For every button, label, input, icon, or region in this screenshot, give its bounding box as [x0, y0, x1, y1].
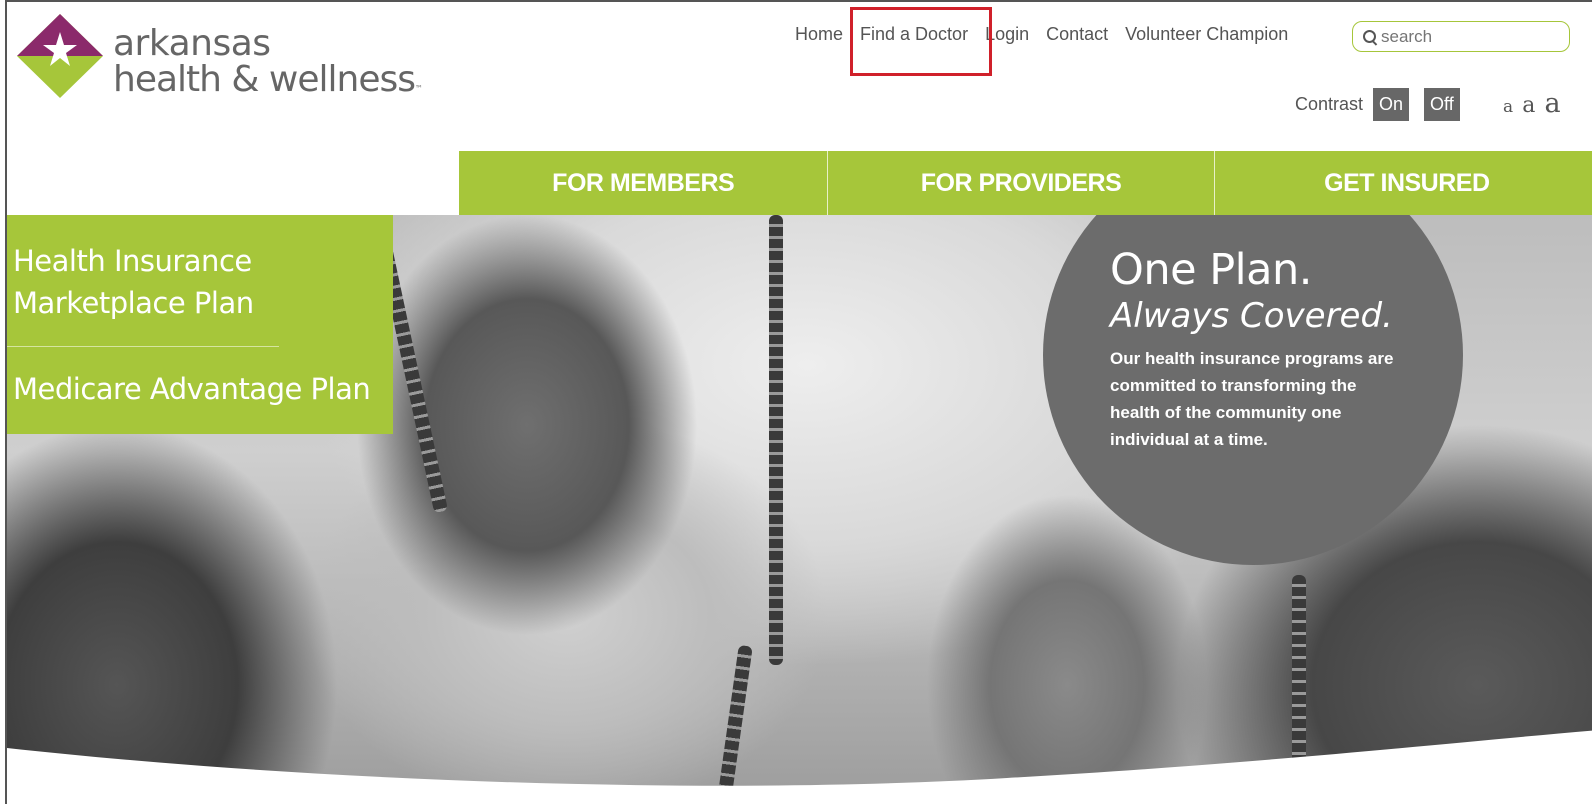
search-icon[interactable] — [1363, 29, 1377, 44]
plan-marketplace-link[interactable]: Health Insurance Marketplace Plan — [7, 215, 279, 347]
hero-description: Our health insurance programs are commit… — [1110, 349, 1394, 449]
main-nav: FOR MEMBERS FOR PROVIDERS GET INSURED — [459, 151, 1592, 215]
font-size-controls: a a a — [1503, 88, 1565, 119]
nav-contact-link[interactable]: Contact — [1046, 24, 1108, 45]
contrast-controls: Contrast On Off — [1295, 88, 1475, 121]
nav-for-members[interactable]: FOR MEMBERS — [459, 151, 829, 215]
brand-logo[interactable]: arkansas health & wellness™ — [15, 12, 435, 102]
nav-home-link[interactable]: Home — [795, 24, 843, 45]
font-size-large-button[interactable]: a — [1544, 88, 1560, 119]
plan-medicare-link[interactable]: Medicare Advantage Plan — [7, 347, 393, 434]
contrast-off-button[interactable]: Off — [1424, 88, 1460, 121]
contrast-label: Contrast — [1295, 94, 1364, 114]
contrast-on-button[interactable]: On — [1373, 88, 1410, 121]
search-box[interactable] — [1352, 21, 1570, 52]
swing-chain — [769, 215, 783, 665]
plan-menu: Health Insurance Marketplace Plan Medica… — [7, 215, 393, 434]
brand-line2: health & wellness™ — [113, 59, 423, 107]
find-a-doctor-highlight — [850, 7, 992, 76]
brand-line2-text: health & wellness — [113, 59, 416, 100]
hero-banner: Health Insurance Marketplace Plan Medica… — [7, 215, 1592, 804]
nav-get-insured[interactable]: GET INSURED — [1215, 151, 1592, 215]
nav-for-providers[interactable]: FOR PROVIDERS — [828, 151, 1215, 215]
hero-subtitle: Always Covered. — [1110, 296, 1393, 336]
font-size-medium-button[interactable]: a — [1522, 93, 1535, 118]
page-frame: arkansas health & wellness™ Home Find a … — [5, 0, 1592, 804]
hero-message: One Plan. Always Covered. Our health ins… — [1110, 246, 1410, 453]
trademark-mark: ™ — [415, 84, 423, 93]
brand-line1: arkansas — [113, 23, 271, 64]
hero-title: One Plan. — [1110, 245, 1312, 295]
nav-volunteer-champion-link[interactable]: Volunteer Champion — [1125, 24, 1288, 45]
search-input[interactable] — [1381, 26, 1551, 47]
font-size-small-button[interactable]: a — [1503, 97, 1513, 117]
hero-bottom-wave — [7, 730, 1592, 804]
brand-wordmark: arkansas health & wellness™ — [113, 23, 423, 107]
logo-star-icon — [17, 14, 103, 98]
